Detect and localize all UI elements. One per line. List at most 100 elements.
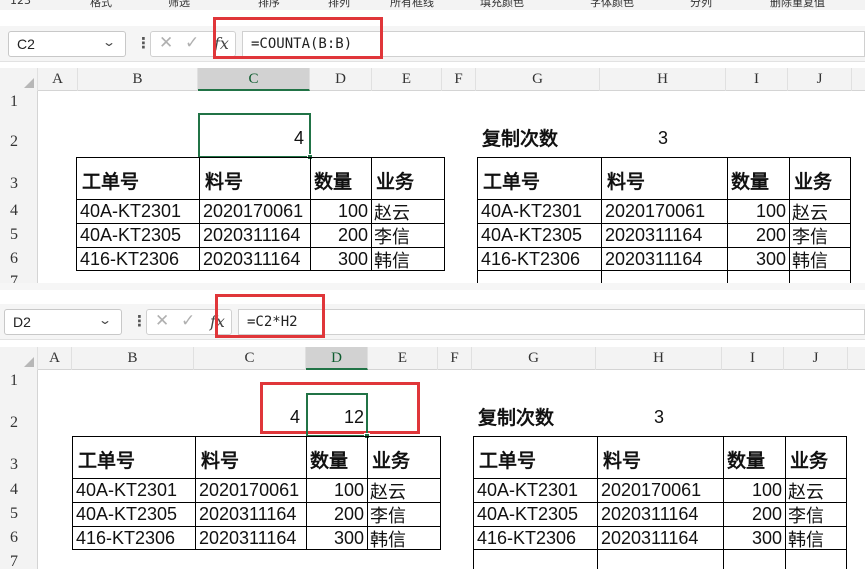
table-cell: 200 <box>751 504 782 524</box>
column-header-j[interactable]: J <box>788 68 852 91</box>
row-header-3[interactable]: 3 <box>0 157 38 199</box>
close-icon[interactable]: ✕ <box>159 33 173 53</box>
table-cell: 40A-KT2301 <box>477 480 579 500</box>
row-header-3[interactable]: 3 <box>0 436 38 478</box>
table-header: 工单号 <box>483 171 541 193</box>
chevron-down-icon[interactable]: ⌄ <box>98 313 112 327</box>
ribbon-item[interactable]: 所有框线 <box>390 0 434 10</box>
column-header-bar: A B C D E F G H I J <box>0 68 865 91</box>
column-header-e[interactable]: E <box>368 347 438 370</box>
column-header-h[interactable]: H <box>596 347 722 370</box>
column-header-a[interactable]: A <box>38 347 72 370</box>
table-cell: 416-KT2306 <box>80 249 180 269</box>
table-cell: 300 <box>751 528 782 548</box>
table-cell: 2020311164 <box>203 225 301 245</box>
table-cell: 赵云 <box>374 203 410 223</box>
table-cell: 300 <box>333 528 364 548</box>
select-all-corner[interactable] <box>0 347 38 370</box>
row-header-6[interactable]: 6 <box>0 247 38 271</box>
ribbon-item[interactable]: 删除重复值 <box>770 0 825 10</box>
column-header-b[interactable]: B <box>78 68 198 91</box>
top-screenshot-panel: 123 格式 筛选 排序 排列 所有框线 填充颜色 字体颜色 分列 删除重复值 … <box>0 0 865 290</box>
ribbon-item[interactable]: 分列 <box>690 0 712 10</box>
formula-highlight-box <box>215 294 325 338</box>
table-header: 料号 <box>603 450 642 472</box>
row-header-1[interactable]: 1 <box>0 91 38 113</box>
ribbon-item[interactable]: 格式 <box>90 0 112 10</box>
ribbon-item[interactable]: 123 <box>10 0 31 7</box>
table-cell: 40A-KT2301 <box>76 480 178 500</box>
cell-c2-value: 4 <box>293 128 304 148</box>
table-cell: 40A-KT2305 <box>80 225 182 245</box>
table-cell: 2020170061 <box>601 480 702 500</box>
table-cell: 2020170061 <box>199 480 300 500</box>
column-header-bar: A B C D E F G H I J <box>0 347 865 370</box>
table-cell: 韩信 <box>788 530 824 550</box>
row-header-7[interactable]: 7 <box>0 550 38 569</box>
table-cell: 100 <box>751 480 782 500</box>
column-header-j[interactable]: J <box>784 347 848 370</box>
table-header: 工单号 <box>82 171 140 193</box>
table-cell: 韩信 <box>374 251 410 271</box>
check-icon[interactable]: ✓ <box>185 33 199 53</box>
bottom-screenshot-panel: D2 ⌄ ⋮ ✕ ✓ fx =C2*H2 A B C D E F G H I J… <box>0 290 865 569</box>
table-header: 工单号 <box>479 450 537 472</box>
column-header-d[interactable]: D <box>310 68 372 91</box>
more-options-icon[interactable]: ⋮ <box>136 34 151 52</box>
table-header: 料号 <box>607 171 646 193</box>
row-header-1[interactable]: 1 <box>0 370 38 392</box>
copy-count-value: 3 <box>654 407 665 427</box>
row-header-4[interactable]: 4 <box>0 199 38 223</box>
cell-d2-value: 12 <box>343 407 364 427</box>
table-header: 数量 <box>310 450 349 472</box>
table-cell: 韩信 <box>370 530 406 550</box>
table-cell: 200 <box>333 504 364 524</box>
chevron-down-icon[interactable]: ⌄ <box>102 35 116 49</box>
column-header-g[interactable]: G <box>472 347 596 370</box>
cell-c2-value: 4 <box>289 407 300 427</box>
column-header-e[interactable]: E <box>372 68 442 91</box>
table-cell: 100 <box>755 201 786 221</box>
column-header-f[interactable]: F <box>438 347 472 370</box>
table-cell: 2020311164 <box>199 528 297 548</box>
formula-bar: D2 ⌄ ⋮ ✕ ✓ fx =C2*H2 <box>0 304 865 340</box>
column-header-f[interactable]: F <box>442 68 476 91</box>
row-header-5[interactable]: 5 <box>0 502 38 526</box>
table-cell: 2020311164 <box>203 249 301 269</box>
table-header: 料号 <box>205 171 244 193</box>
ribbon-item[interactable]: 排列 <box>328 0 350 10</box>
ribbon-item[interactable]: 排序 <box>258 0 280 10</box>
row-header-6[interactable]: 6 <box>0 526 38 550</box>
formula-input[interactable]: =C2*H2 <box>238 309 865 335</box>
copy-count-value: 3 <box>658 128 669 148</box>
column-header-b[interactable]: B <box>72 347 194 370</box>
column-header-c[interactable]: C <box>198 68 310 91</box>
column-header-i[interactable]: I <box>726 68 788 91</box>
row-header-2[interactable]: 2 <box>0 113 38 157</box>
close-icon[interactable]: ✕ <box>155 311 169 331</box>
table-header: 数量 <box>727 450 766 472</box>
table-cell: 416-KT2306 <box>481 249 581 269</box>
table-cell: 300 <box>755 249 786 269</box>
table-cell: 40A-KT2301 <box>481 201 583 221</box>
more-options-icon[interactable]: ⋮ <box>132 312 147 330</box>
table-cell: 200 <box>337 225 368 245</box>
ribbon-item[interactable]: 筛选 <box>168 0 190 10</box>
ribbon-item[interactable]: 字体颜色 <box>590 0 634 10</box>
row-header-4[interactable]: 4 <box>0 478 38 502</box>
column-header-a[interactable]: A <box>38 68 78 91</box>
table-cell: 李信 <box>792 227 828 247</box>
column-header-g[interactable]: G <box>476 68 600 91</box>
column-header-h[interactable]: H <box>600 68 726 91</box>
panel-divider <box>0 283 865 290</box>
table-header: 工单号 <box>78 450 136 472</box>
check-icon[interactable]: ✓ <box>181 311 195 331</box>
row-header-2[interactable]: 2 <box>0 392 38 436</box>
table-header: 业务 <box>372 450 411 472</box>
ribbon-item[interactable]: 填充颜色 <box>480 0 524 10</box>
select-all-corner[interactable] <box>0 68 38 91</box>
column-header-c[interactable]: C <box>194 347 306 370</box>
column-header-d[interactable]: D <box>306 347 368 370</box>
column-header-i[interactable]: I <box>722 347 784 370</box>
row-header-5[interactable]: 5 <box>0 223 38 247</box>
